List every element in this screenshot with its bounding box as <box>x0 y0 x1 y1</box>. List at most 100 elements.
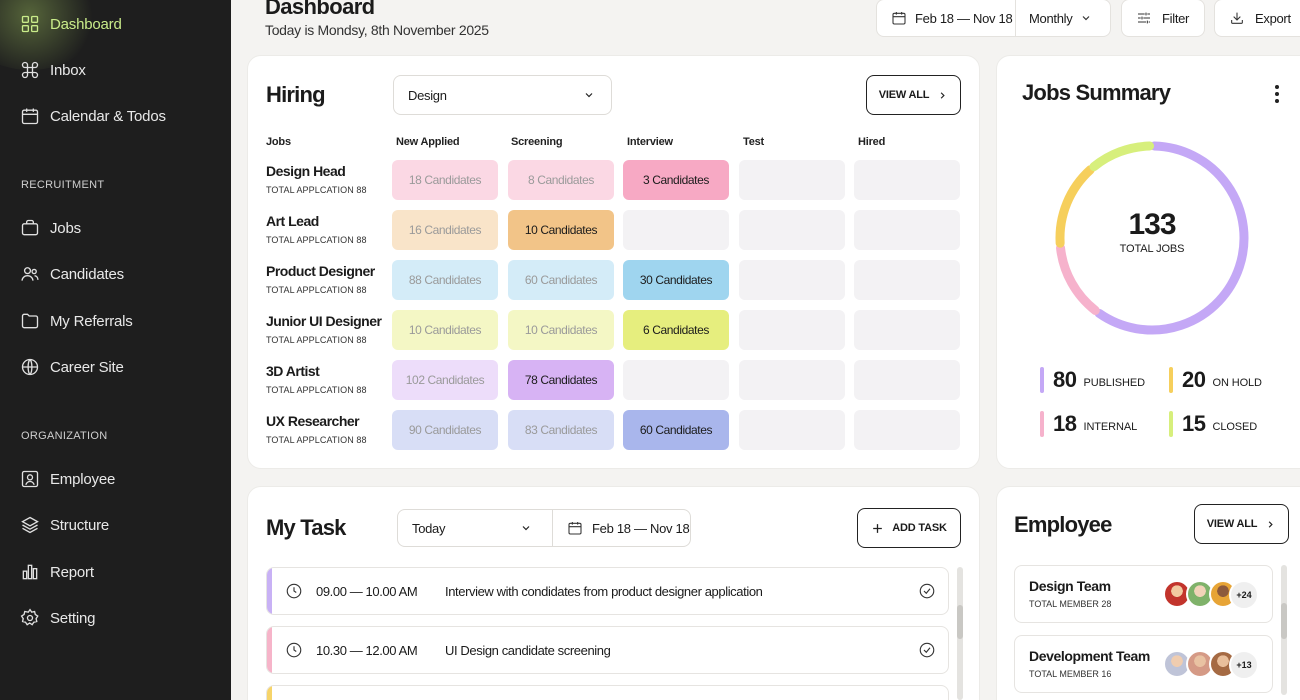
task-date-range-picker[interactable]: Feb 18 — Nov 18 <box>553 510 690 546</box>
department-text: Design <box>408 87 447 103</box>
column-header-test: Test <box>743 136 765 148</box>
employee-scrollbar-thumb[interactable] <box>1281 603 1287 639</box>
candidate-cell[interactable]: 60 Candidates <box>623 410 729 450</box>
job-name[interactable]: UX Researcher <box>266 413 360 429</box>
briefcase-icon <box>20 218 40 238</box>
task-description: Interview with condidates from product d… <box>445 583 763 599</box>
candidate-cell[interactable]: 10 Candidates <box>508 210 614 250</box>
stat-value: 18 <box>1053 411 1077 436</box>
candidate-cell[interactable]: 102 Candidates <box>392 360 498 400</box>
candidate-cell[interactable]: 78 Candidates <box>508 360 614 400</box>
total-jobs-value: 133 <box>1128 208 1176 241</box>
total-jobs-label: TOTAL JOBS <box>1119 243 1185 255</box>
candidate-cell <box>854 310 960 350</box>
sidebar-item-career-site[interactable]: Career Site <box>20 352 124 382</box>
team-card-design[interactable]: Design Team TOTAL MEMBER 28 +24 <box>1014 565 1273 623</box>
stat-label: CLOSED <box>1212 421 1258 433</box>
stat-closed: 15 CLOSED <box>1169 411 1257 437</box>
plus-icon <box>871 522 884 535</box>
check-circle-icon[interactable] <box>918 582 936 600</box>
candidate-cell <box>739 160 845 200</box>
candidate-cell[interactable]: 88 Candidates <box>392 260 498 300</box>
grid-icon <box>20 14 40 34</box>
hiring-view-all-button[interactable]: VIEW ALL <box>866 75 961 115</box>
candidate-cell <box>739 410 845 450</box>
team-members: TOTAL MEMBER 16 <box>1029 669 1112 679</box>
donut-segment-internal <box>1056 243 1100 315</box>
job-name[interactable]: Design Head <box>266 163 346 179</box>
candidate-cell[interactable]: 6 Candidates <box>623 310 729 350</box>
sidebar-item-setting[interactable]: Setting <box>20 603 96 633</box>
candidate-cell[interactable]: 18 Candidates <box>392 160 498 200</box>
date-range-picker[interactable]: Feb 18 — Nov 18 <box>877 0 1016 36</box>
candidate-cell[interactable]: 10 Candidates <box>392 310 498 350</box>
sidebar-item-label: Candidates <box>50 265 124 283</box>
sidebar-item-referrals[interactable]: My Referrals <box>20 306 133 336</box>
sidebar-item-structure[interactable]: Structure <box>20 510 109 540</box>
job-name[interactable]: Product Designer <box>266 263 375 279</box>
column-header-new-applied: New Applied <box>396 136 460 148</box>
job-name[interactable]: 3D Artist <box>266 363 320 379</box>
view-all-label: VIEW ALL <box>1206 518 1258 530</box>
candidate-cell <box>854 160 960 200</box>
export-button[interactable]: Export <box>1214 0 1300 37</box>
candidate-cell[interactable]: 16 Candidates <box>392 210 498 250</box>
sidebar-item-report[interactable]: Report <box>20 557 94 587</box>
sidebar-item-employee[interactable]: Employee <box>20 464 115 494</box>
candidate-cell <box>739 260 845 300</box>
task-item[interactable] <box>266 685 949 700</box>
task-period-select[interactable]: Today <box>398 510 553 546</box>
candidate-cell[interactable]: 60 Candidates <box>508 260 614 300</box>
candidate-cell[interactable]: 10 Candidates <box>508 310 614 350</box>
job-name[interactable]: Junior UI Designer <box>266 313 382 329</box>
check-circle-icon[interactable] <box>918 641 936 659</box>
candidate-cell[interactable]: 8 Candidates <box>508 160 614 200</box>
stat-on-hold: 20 ON HOLD <box>1169 367 1262 393</box>
sidebar-item-candidates[interactable]: Candidates <box>20 259 124 289</box>
task-color-bar <box>267 627 272 673</box>
date-range-text: Feb 18 — Nov 18 <box>915 10 1013 26</box>
more-vertical-icon[interactable] <box>1270 84 1284 104</box>
page-title: Dashboard <box>265 0 375 19</box>
employee-view-all-button[interactable]: VIEW ALL <box>1194 504 1289 544</box>
employee-scrollbar[interactable] <box>1281 565 1287 695</box>
sidebar-item-inbox[interactable]: Inbox <box>20 55 86 85</box>
task-item[interactable]: 10.30 — 12.00 AM UI Design candidate scr… <box>266 626 949 674</box>
candidate-cell <box>623 210 729 250</box>
stat-label: ON HOLD <box>1212 377 1262 389</box>
job-name[interactable]: Art Lead <box>266 213 319 229</box>
sidebar-item-dashboard[interactable]: Dashboard <box>20 9 122 39</box>
header-date-controls: Feb 18 — Nov 18 Monthly <box>876 0 1111 37</box>
add-task-label: ADD TASK <box>892 522 947 534</box>
candidate-cell <box>854 360 960 400</box>
candidate-cell[interactable]: 83 Candidates <box>508 410 614 450</box>
chevron-right-icon <box>1265 519 1276 530</box>
sidebar-item-label: Structure <box>50 516 110 534</box>
stat-value: 20 <box>1182 367 1206 392</box>
department-select[interactable]: Design <box>393 75 612 115</box>
task-scrollbar[interactable] <box>957 567 963 700</box>
candidate-cell <box>854 410 960 450</box>
folder-icon <box>20 311 40 331</box>
task-period-text: Today <box>412 520 446 536</box>
candidate-cell[interactable]: 90 Candidates <box>392 410 498 450</box>
stat-label: PUBLISHED <box>1083 377 1145 389</box>
stat-value: 15 <box>1182 411 1206 436</box>
stat-color-bar <box>1169 367 1173 393</box>
job-total-applications: TOTAL APPLCATION 88 <box>266 385 367 395</box>
filter-button[interactable]: Filter <box>1121 0 1205 37</box>
period-select[interactable]: Monthly <box>1016 0 1092 36</box>
sidebar-item-calendar[interactable]: Calendar & Todos <box>20 101 166 131</box>
task-item[interactable]: 09.00 — 10.00 AM Interview with condidat… <box>266 567 949 615</box>
add-task-button[interactable]: ADD TASK <box>857 508 961 548</box>
gear-icon <box>20 608 40 628</box>
candidate-cell[interactable]: 3 Candidates <box>623 160 729 200</box>
task-time: 10.30 — 12.00 AM <box>316 642 418 658</box>
job-total-applications: TOTAL APPLCATION 88 <box>266 285 367 295</box>
chevron-down-icon <box>583 89 595 101</box>
team-members: TOTAL MEMBER 28 <box>1029 599 1112 609</box>
task-scrollbar-thumb[interactable] <box>957 605 963 639</box>
candidate-cell[interactable]: 30 Candidates <box>623 260 729 300</box>
team-card-development[interactable]: Development Team TOTAL MEMBER 16 +13 <box>1014 635 1273 693</box>
sidebar-item-jobs[interactable]: Jobs <box>20 213 81 243</box>
